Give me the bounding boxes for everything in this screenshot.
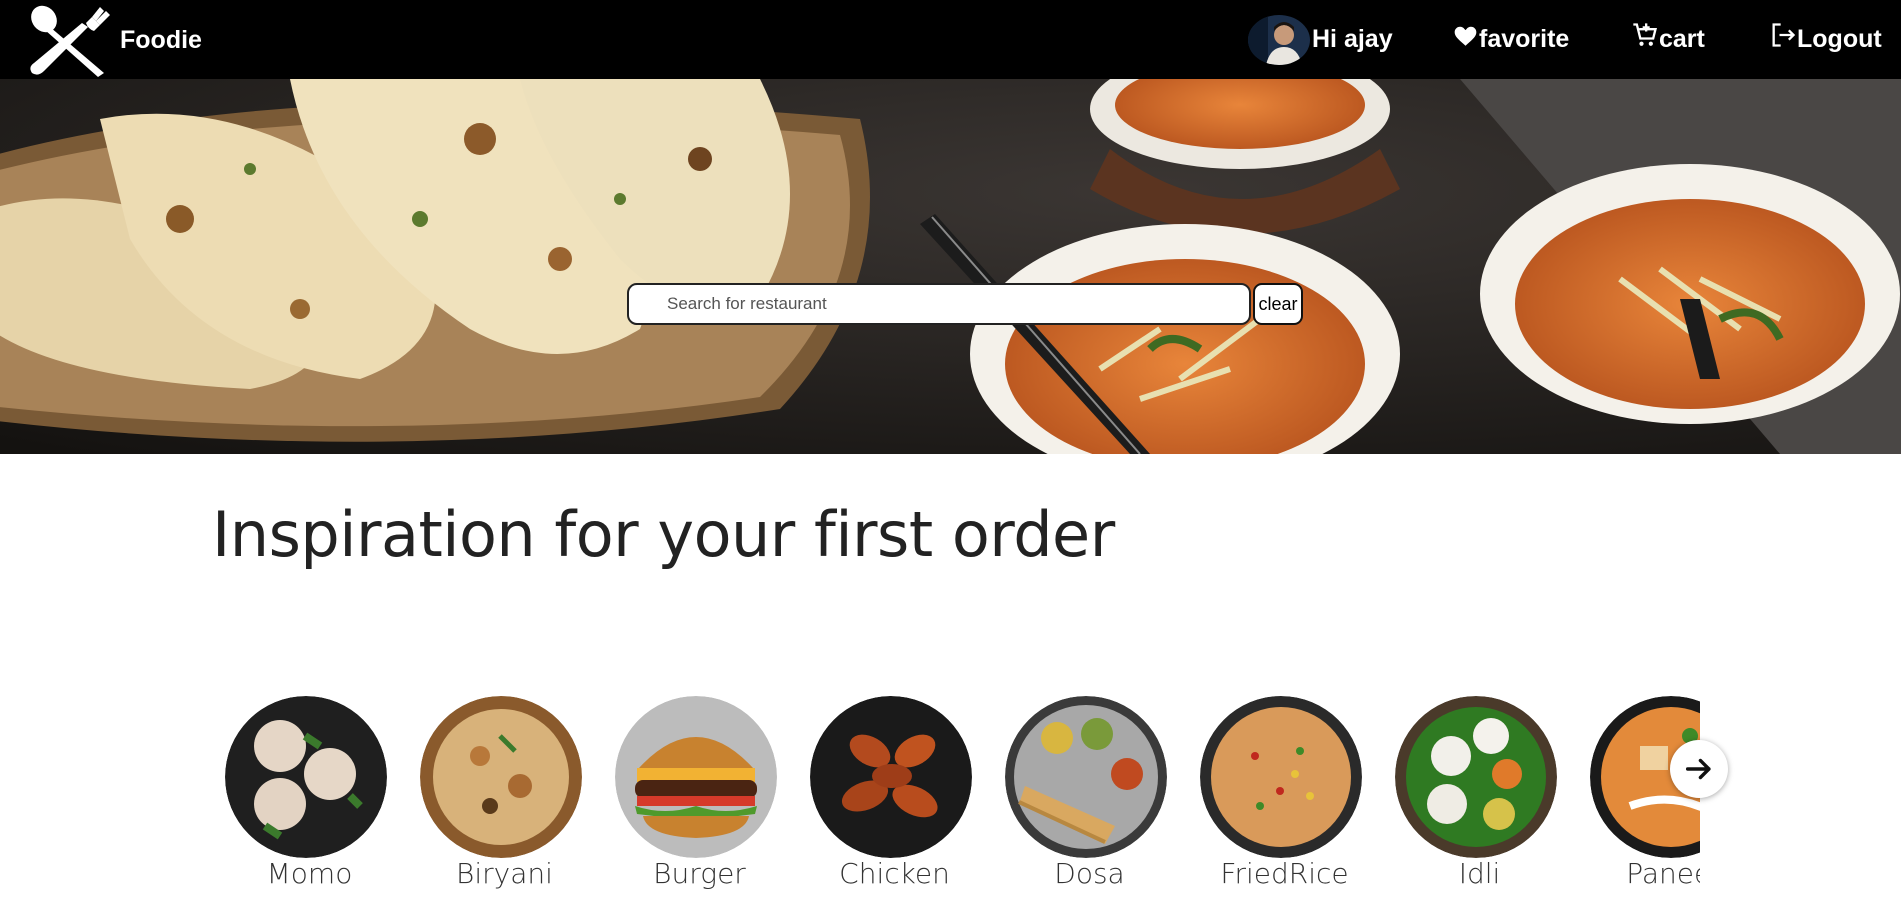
top-navbar: Foodie Hi ajay favorite cart Logout	[0, 0, 1901, 79]
favorite-link[interactable]: favorite	[1452, 0, 1569, 79]
category-label: Dosa	[1054, 857, 1125, 890]
dosa-image	[1005, 696, 1167, 858]
user-greeting[interactable]: Hi ajay	[1248, 0, 1393, 79]
momo-image	[225, 696, 387, 858]
category-label: Idli	[1458, 857, 1501, 890]
burger-image	[615, 696, 777, 858]
cart-icon	[1633, 22, 1657, 46]
hero-banner: clear	[0, 79, 1901, 454]
greeting-label: Hi ajay	[1312, 25, 1393, 53]
favorite-label: favorite	[1479, 25, 1570, 53]
category-item-biryani[interactable]: Biryani	[407, 690, 602, 907]
brand-name: Foodie	[120, 26, 202, 54]
logout-icon	[1772, 22, 1796, 47]
category-item-dosa[interactable]: Dosa	[992, 690, 1187, 907]
category-label: Momo	[266, 857, 353, 890]
category-label: Burger	[653, 857, 746, 890]
logout-link[interactable]: Logout	[1769, 0, 1882, 79]
brand[interactable]: Foodie	[26, 0, 202, 79]
carousel-next-button[interactable]	[1670, 740, 1728, 798]
clear-button[interactable]: clear	[1253, 283, 1303, 325]
category-item-momo[interactable]: Momo	[212, 690, 407, 907]
friedrice-image	[1200, 696, 1362, 858]
category-item-burger[interactable]: Burger	[602, 690, 797, 907]
idli-image	[1395, 696, 1557, 858]
fork-spoon-crossed-icon	[30, 5, 110, 77]
search-input[interactable]	[627, 283, 1251, 325]
arrow-right-icon	[1685, 758, 1711, 780]
section-title: Inspiration for your first order	[212, 498, 1115, 571]
cart-label: cart	[1659, 25, 1705, 53]
biryani-image	[420, 696, 582, 858]
avatar	[1248, 14, 1310, 65]
category-label: FriedRice	[1220, 857, 1349, 890]
category-carousel: Momo Biryani Burger Chicken Dosa FriedRi…	[212, 690, 1700, 907]
logout-label: Logout	[1797, 25, 1882, 53]
category-label: Biryani	[456, 857, 553, 890]
category-item-friedrice[interactable]: FriedRice	[1187, 690, 1382, 907]
category-label: Paneer	[1626, 857, 1700, 890]
search-bar: clear	[627, 283, 1303, 325]
category-item-idli[interactable]: Idli	[1382, 690, 1577, 907]
cart-link[interactable]: cart	[1631, 0, 1705, 79]
category-label: Chicken	[839, 857, 950, 890]
chicken-image	[810, 696, 972, 858]
heart-icon	[1454, 26, 1477, 46]
category-item-chicken[interactable]: Chicken	[797, 690, 992, 907]
category-item-paneer[interactable]: Paneer	[1577, 690, 1700, 907]
hero-food-image	[0, 79, 1901, 454]
